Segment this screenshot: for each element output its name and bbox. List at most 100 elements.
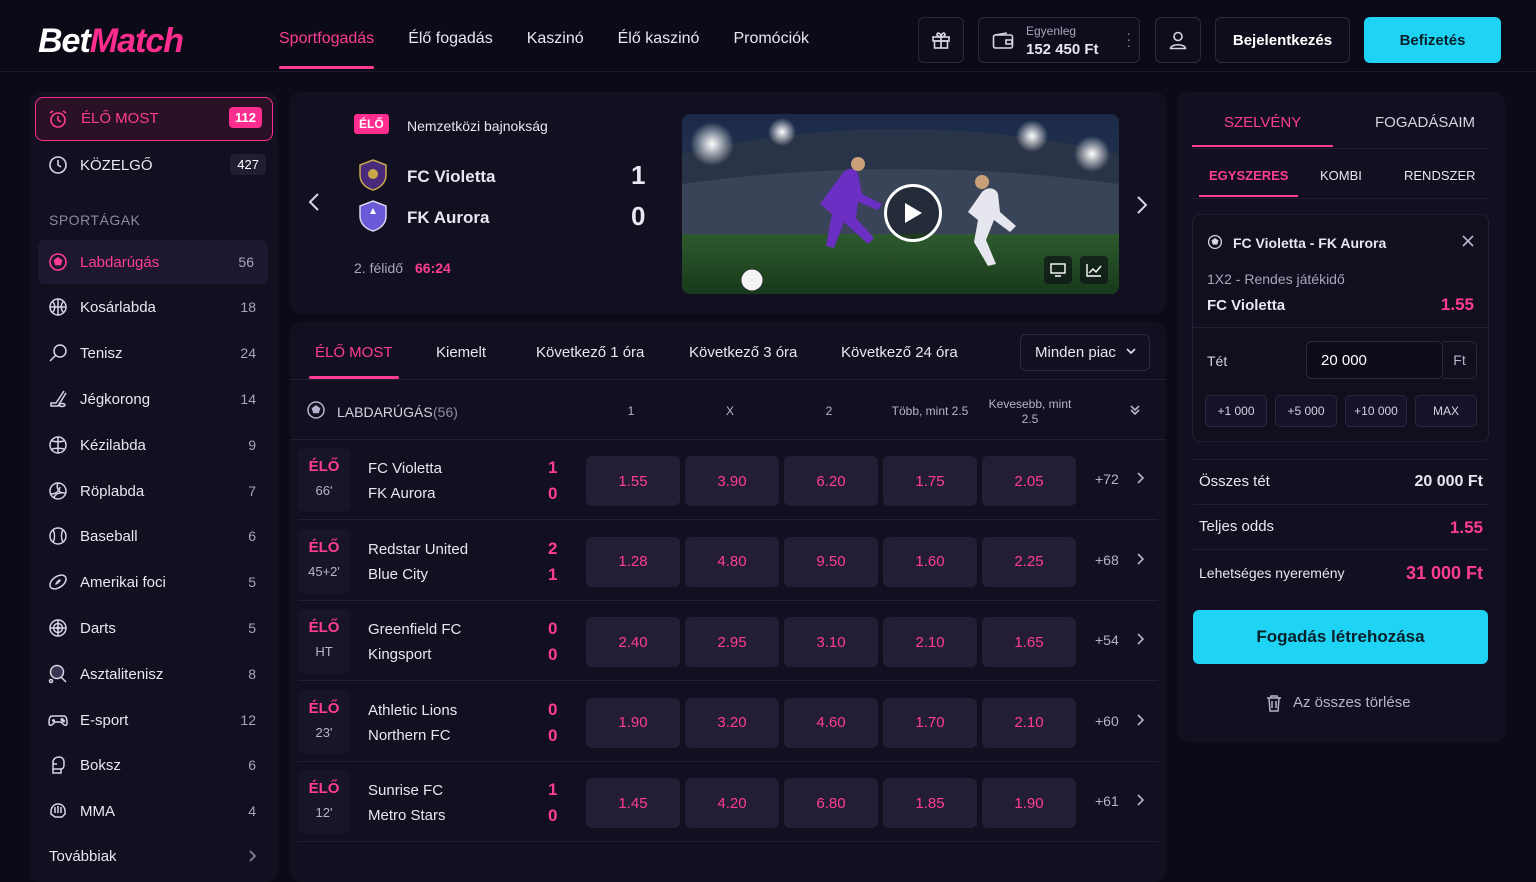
nav-promociok[interactable]: Promóciók	[733, 30, 809, 48]
sidebar-item-tenisz[interactable]: Tenisz 24	[30, 331, 278, 375]
quick-stake-max[interactable]: MAX	[1415, 395, 1477, 427]
odd-1-button[interactable]: 1.90	[586, 697, 680, 748]
quick-stake-10000[interactable]: +10 000	[1345, 395, 1407, 427]
nav-elo-kaszino[interactable]: Élő kaszinó	[618, 30, 700, 48]
sidebar-upcoming[interactable]: KÖZELGŐ 427	[30, 143, 278, 187]
gift-button[interactable]	[918, 17, 964, 63]
odd-x-button[interactable]: 2.95	[685, 617, 779, 667]
collapse-chevrons-icon[interactable]	[1129, 404, 1141, 416]
away-team[interactable]: Metro Stars	[368, 807, 446, 824]
quick-stake-5000[interactable]: +5 000	[1275, 395, 1337, 427]
odd-under-button[interactable]: 2.25	[982, 536, 1076, 587]
tab-fogadasaim[interactable]: FOGADÁSAIM	[1375, 114, 1475, 131]
nav-sportfogadas[interactable]: Sportfogadás	[279, 30, 375, 69]
home-team[interactable]: FC Violetta	[368, 460, 442, 477]
odd-under-button[interactable]: 2.05	[982, 456, 1076, 506]
chevron-right-icon[interactable]	[1136, 195, 1148, 215]
home-team[interactable]: Athletic Lions	[368, 702, 457, 719]
sidebar-live-now[interactable]: ÉLŐ MOST 112	[35, 97, 273, 141]
odd-2-button[interactable]: 6.80	[784, 778, 878, 828]
sidebar-more[interactable]: Továbbiak	[30, 834, 278, 878]
sidebar-item-boksz[interactable]: Boksz 6	[30, 743, 278, 787]
odd-over-button[interactable]: 1.75	[883, 456, 977, 506]
odd-over-button[interactable]: 1.85	[883, 778, 977, 828]
logo[interactable]: BetMatch	[38, 22, 184, 61]
away-team[interactable]: Blue City	[368, 566, 428, 583]
odd-2-button[interactable]: 4.60	[784, 697, 878, 748]
odd-under-button[interactable]: 2.10	[982, 697, 1076, 748]
chevron-right-icon[interactable]	[1136, 633, 1144, 645]
match-row[interactable]: ÉLŐ 12' Sunrise FC Metro Stars 1 0 1.45 4.20 6.8…	[298, 762, 1158, 842]
home-team[interactable]: Sunrise FC	[368, 782, 443, 799]
odd-over-button[interactable]: 1.70	[883, 697, 977, 748]
odd-x-button[interactable]: 4.20	[685, 778, 779, 828]
odd-x-button[interactable]: 3.90	[685, 456, 779, 506]
chevron-left-icon[interactable]	[308, 192, 320, 212]
sidebar-item-darts[interactable]: Darts 5	[30, 606, 278, 650]
odd-2-button[interactable]: 9.50	[784, 536, 878, 587]
odd-over-button[interactable]: 2.10	[883, 617, 977, 667]
sidebar-item-e-sport[interactable]: E-sport 12	[30, 698, 278, 742]
login-button[interactable]: Bejelentkezés	[1215, 17, 1350, 63]
play-button[interactable]	[884, 184, 942, 242]
sidebar-item-mma[interactable]: MMA 4	[30, 789, 278, 833]
away-team[interactable]: FK Aurora	[368, 485, 436, 502]
tab-kovetkezo-3-ora[interactable]: Következő 3 óra	[689, 344, 797, 361]
sidebar-item-baseball[interactable]: Baseball 6	[30, 514, 278, 558]
chevron-right-icon[interactable]	[1136, 713, 1144, 726]
balance-widget[interactable]: Egyenleg 152 450 Ft · · ·	[978, 17, 1140, 63]
stats-button[interactable]	[1080, 256, 1108, 284]
chevron-right-icon[interactable]	[1136, 472, 1144, 484]
more-markets-count[interactable]: +54	[1095, 632, 1119, 648]
odd-2-button[interactable]: 3.10	[784, 617, 878, 667]
more-markets-count[interactable]: +61	[1095, 793, 1119, 809]
odd-under-button[interactable]: 1.65	[982, 617, 1076, 667]
deposit-button[interactable]: Befizetés	[1364, 17, 1501, 63]
nav-elo-fogadas[interactable]: Élő fogadás	[408, 30, 493, 48]
tab-szelveny[interactable]: SZELVÉNY	[1191, 114, 1334, 147]
home-team[interactable]: Greenfield FC	[368, 621, 461, 638]
sidebar-item-kosarlabda[interactable]: Kosárlabda 18	[30, 285, 278, 329]
odd-1-button[interactable]: 1.55	[586, 456, 680, 506]
subtab-egyszeres[interactable]: EGYSZERES	[1198, 168, 1299, 197]
odd-x-button[interactable]: 4.80	[685, 536, 779, 587]
place-bet-button[interactable]: Fogadás létrehozása	[1193, 610, 1488, 664]
sidebar-item-labdarugas[interactable]: Labdarúgás 56	[38, 240, 268, 284]
tab-kovetkezo-1-ora[interactable]: Következő 1 óra	[536, 344, 644, 361]
nav-kaszino[interactable]: Kaszinó	[527, 30, 584, 48]
close-icon[interactable]	[1462, 235, 1474, 247]
subtab-rendszer[interactable]: RENDSZER	[1404, 168, 1476, 183]
live-stream-video[interactable]	[682, 114, 1119, 294]
match-row[interactable]: ÉLŐ 23' Athletic Lions Northern FC 0 0 1.90 3.2…	[298, 682, 1158, 762]
profile-button[interactable]	[1155, 17, 1201, 63]
away-team[interactable]: Kingsport	[368, 646, 431, 663]
sidebar-item-jegkorong[interactable]: Jégkorong 14	[30, 377, 278, 421]
odd-1-button[interactable]: 1.28	[586, 536, 680, 587]
odd-1-button[interactable]: 1.45	[586, 778, 680, 828]
odd-x-button[interactable]: 3.20	[685, 697, 779, 748]
market-select[interactable]: Minden piac	[1020, 334, 1150, 371]
match-row[interactable]: ÉLŐ 45+2' Redstar United Blue City 2 1 1.28 4.8…	[298, 521, 1158, 601]
more-markets-count[interactable]: +60	[1095, 713, 1119, 729]
odd-2-button[interactable]: 6.20	[784, 456, 878, 506]
odd-over-button[interactable]: 1.60	[883, 536, 977, 587]
stake-input[interactable]: 20 000	[1306, 341, 1443, 379]
match-row[interactable]: ÉLŐ HT Greenfield FC Kingsport 0 0 2.40 2.95 3.1…	[298, 601, 1158, 681]
tab-elo-most[interactable]: ÉLŐ MOST	[309, 344, 398, 379]
odd-under-button[interactable]: 1.90	[982, 778, 1076, 828]
subtab-kombi[interactable]: KOMBI	[1320, 168, 1362, 183]
more-markets-count[interactable]: +72	[1095, 471, 1119, 487]
sidebar-item-amerikai-foci[interactable]: Amerikai foci 5	[30, 560, 278, 604]
sidebar-item-kezilabda[interactable]: Kézilabda 9	[30, 423, 278, 467]
match-row[interactable]: ÉLŐ 66' FC Violetta FK Aurora 1 0 1.55 3.90 6.20…	[298, 440, 1158, 520]
more-markets-count[interactable]: +68	[1095, 552, 1119, 568]
home-team[interactable]: Redstar United	[368, 541, 468, 558]
chevron-right-icon[interactable]	[1136, 794, 1144, 806]
tab-kiemelt[interactable]: Kiemelt	[436, 344, 486, 361]
sidebar-item-asztalitenisz[interactable]: Asztalitenisz 8	[30, 652, 278, 696]
sidebar-item-roplabda[interactable]: Röplabda 7	[30, 469, 278, 513]
away-team[interactable]: Northern FC	[368, 727, 451, 744]
quick-stake-1000[interactable]: +1 000	[1205, 395, 1267, 427]
odd-1-button[interactable]: 2.40	[586, 617, 680, 667]
tv-button[interactable]	[1044, 256, 1072, 284]
